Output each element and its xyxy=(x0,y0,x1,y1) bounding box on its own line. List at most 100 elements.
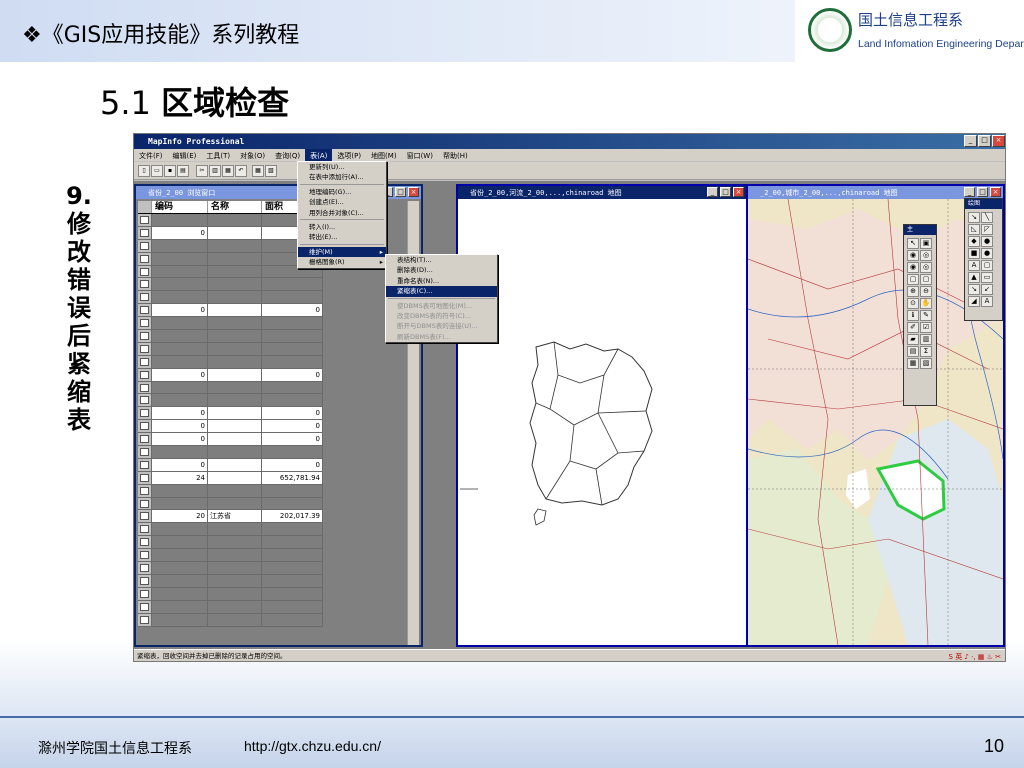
table-row[interactable]: 00 xyxy=(138,304,323,318)
cell-name[interactable] xyxy=(208,574,262,587)
cell-name[interactable] xyxy=(208,471,262,484)
tool-button-icon[interactable]: ⊙ xyxy=(907,298,919,309)
copy-icon[interactable]: ▥ xyxy=(209,165,221,177)
cell-name[interactable] xyxy=(208,330,262,342)
cell-code[interactable]: 0 xyxy=(152,458,208,471)
cell-name[interactable] xyxy=(208,355,262,368)
cell-code[interactable] xyxy=(152,562,208,574)
cell-name[interactable] xyxy=(208,600,262,613)
cell-code[interactable] xyxy=(152,497,208,510)
maintain-menu-item[interactable]: 表结构(T)... xyxy=(386,255,497,265)
cell-name[interactable] xyxy=(208,381,262,394)
table-menu-item[interactable]: 在表中添加行(A)... xyxy=(298,172,386,182)
map1-close-icon[interactable]: × xyxy=(733,187,744,197)
cell-area[interactable]: 0 xyxy=(262,407,323,420)
row-select-checkbox[interactable] xyxy=(138,536,152,549)
table-row[interactable] xyxy=(138,600,323,614)
row-select-checkbox[interactable] xyxy=(138,317,152,330)
table-row[interactable] xyxy=(138,536,323,550)
cell-code[interactable] xyxy=(152,239,208,252)
table-row[interactable] xyxy=(138,342,323,356)
cell-area[interactable] xyxy=(262,342,323,355)
map2-minimize-icon[interactable]: _ xyxy=(964,187,975,197)
cell-code[interactable]: 24 xyxy=(152,471,208,484)
tool-button-icon[interactable]: Σ xyxy=(920,346,932,357)
menu-8[interactable]: 窗口(W) xyxy=(402,149,438,161)
menu-4[interactable]: 查询(Q) xyxy=(270,149,305,161)
cell-area[interactable] xyxy=(262,549,323,562)
table-row[interactable] xyxy=(138,549,323,563)
row-select-checkbox[interactable] xyxy=(138,471,152,484)
menu-0[interactable]: 文件(F) xyxy=(134,149,168,161)
row-select-checkbox[interactable] xyxy=(138,420,152,433)
menu-3[interactable]: 对象(O) xyxy=(235,149,270,161)
cell-code[interactable] xyxy=(152,574,208,587)
tool-button-icon[interactable]: ▰ xyxy=(907,334,919,345)
tool-button-icon[interactable]: ▢ xyxy=(981,260,993,271)
cell-area[interactable] xyxy=(262,523,323,536)
tool-button-icon[interactable]: ■ xyxy=(968,248,980,259)
table-menu-item[interactable]: 转出(E)... xyxy=(298,232,386,242)
table-row[interactable] xyxy=(138,214,323,227)
cell-area[interactable]: 652,781.94 xyxy=(262,471,323,484)
row-select-checkbox[interactable] xyxy=(138,381,152,394)
paste-icon[interactable]: ▦ xyxy=(222,165,234,177)
cell-code[interactable] xyxy=(152,549,208,562)
cell-area[interactable] xyxy=(262,355,323,368)
cell-name[interactable] xyxy=(208,304,262,317)
tool-button-icon[interactable]: ◺ xyxy=(968,224,980,235)
row-select-checkbox[interactable] xyxy=(138,613,152,626)
menu-2[interactable]: 工具(T) xyxy=(201,149,235,161)
menu-7[interactable]: 地图(M) xyxy=(366,149,402,161)
cell-name[interactable] xyxy=(208,291,262,304)
tool-button-icon[interactable]: ✐ xyxy=(907,322,919,333)
table-row[interactable] xyxy=(138,587,323,601)
map1-canvas[interactable] xyxy=(458,199,746,645)
browser-maximize-icon[interactable]: □ xyxy=(395,187,406,197)
cell-area[interactable] xyxy=(262,446,323,458)
maintain-menu-item[interactable]: 删除表(D)... xyxy=(386,265,497,275)
table-row[interactable] xyxy=(138,574,323,588)
cell-name[interactable] xyxy=(208,446,262,458)
cell-name[interactable] xyxy=(208,458,262,471)
cell-code[interactable] xyxy=(152,536,208,549)
table-row[interactable] xyxy=(138,330,323,343)
cell-area[interactable]: 0 xyxy=(262,368,323,381)
tool-button-icon[interactable]: ☑ xyxy=(920,322,932,333)
cell-code[interactable] xyxy=(152,214,208,226)
row-select-checkbox[interactable] xyxy=(138,587,152,600)
tool-button-icon[interactable]: ▢ xyxy=(907,274,919,285)
tool-button-icon[interactable]: ▢ xyxy=(920,274,932,285)
cell-area[interactable] xyxy=(262,587,323,600)
cell-name[interactable] xyxy=(208,342,262,355)
cell-name[interactable] xyxy=(208,239,262,252)
cell-area[interactable] xyxy=(262,536,323,549)
tool-button-icon[interactable]: ⊕ xyxy=(907,286,919,297)
cell-code[interactable] xyxy=(152,330,208,342)
table-row[interactable]: 00 xyxy=(138,407,323,421)
tool-button-icon[interactable]: ▥ xyxy=(920,334,932,345)
map2-close-icon[interactable]: × xyxy=(990,187,1001,197)
cell-code[interactable]: 0 xyxy=(152,226,208,239)
row-select-checkbox[interactable] xyxy=(138,278,152,291)
map1-titlebar[interactable]: 省份_2_00,河流_2_00,...,chinaroad 地图 xyxy=(458,186,746,199)
cell-area[interactable] xyxy=(262,613,323,626)
menu-1[interactable]: 编辑(E) xyxy=(168,149,202,161)
cell-area[interactable] xyxy=(262,497,323,510)
cell-name[interactable] xyxy=(208,523,262,536)
tool-button-icon[interactable]: ↙ xyxy=(981,284,993,295)
cell-name[interactable] xyxy=(208,549,262,562)
cell-code[interactable]: 0 xyxy=(152,420,208,433)
cell-code[interactable] xyxy=(152,446,208,458)
cell-name[interactable] xyxy=(208,497,262,510)
tool-button-icon[interactable]: ╲ xyxy=(981,212,993,223)
table-row[interactable] xyxy=(138,613,323,627)
table-row[interactable] xyxy=(138,278,323,292)
cell-area[interactable]: 0 xyxy=(262,304,323,317)
row-select-checkbox[interactable] xyxy=(138,265,152,278)
cell-name[interactable] xyxy=(208,433,262,446)
row-select-checkbox[interactable] xyxy=(138,549,152,562)
table-row[interactable]: 24 652,781.94 xyxy=(138,471,323,485)
row-select-checkbox[interactable] xyxy=(138,458,152,471)
table-row[interactable]: 00 xyxy=(138,433,323,447)
